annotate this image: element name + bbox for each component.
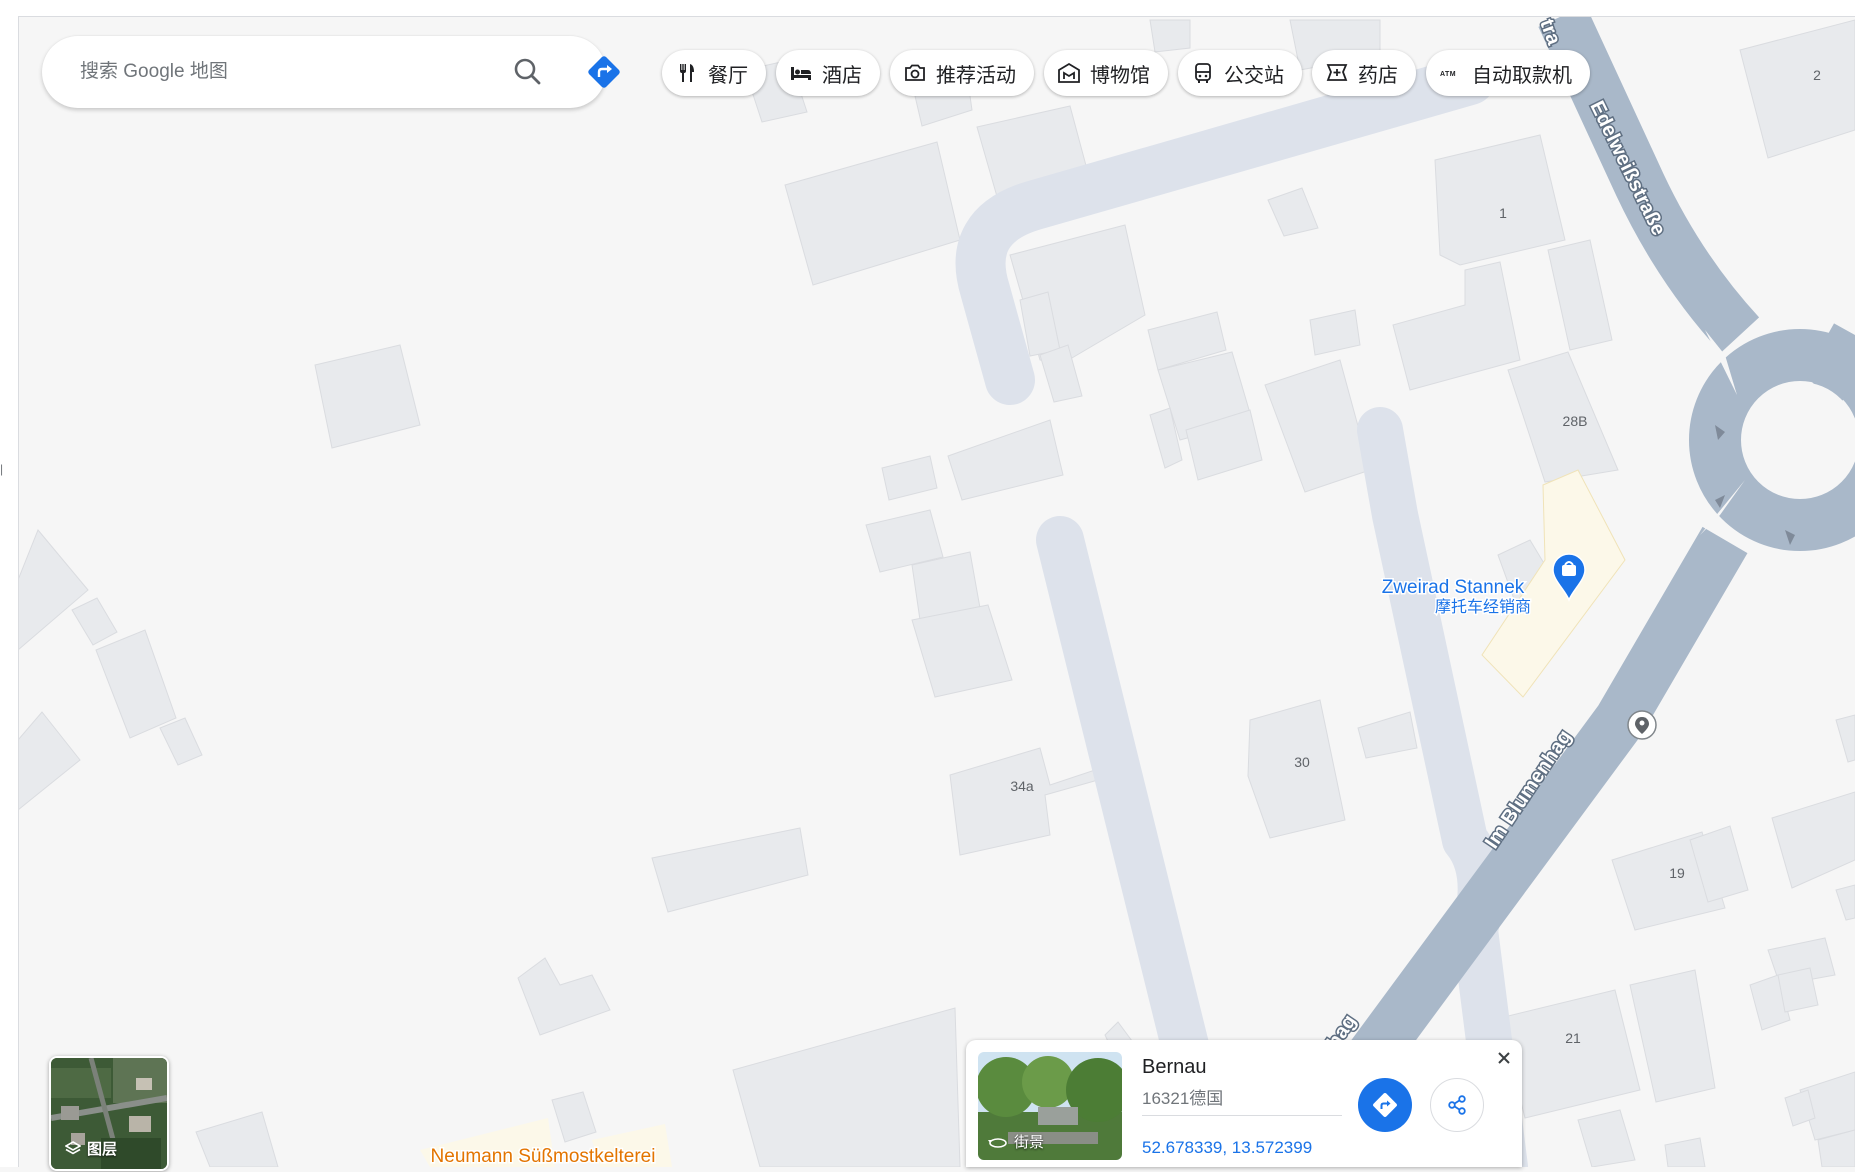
chip-restaurants[interactable]: 餐厅	[662, 50, 766, 96]
layers-icon	[65, 1140, 81, 1154]
street-view-icon	[988, 1137, 1007, 1148]
card-close-button[interactable]	[1494, 1048, 1514, 1068]
place-coordinates[interactable]: 52.678339, 13.572399	[1142, 1138, 1312, 1158]
search-box[interactable]	[42, 36, 620, 108]
svg-text:ATM: ATM	[1440, 71, 1456, 78]
house-number: 2	[1813, 67, 1821, 83]
hotel-icon	[791, 67, 811, 80]
house-number: 1	[1499, 205, 1507, 221]
poi-name: Neumann Süßmostkelterei	[431, 1146, 656, 1167]
directions-button[interactable]	[584, 52, 624, 92]
card-directions-button[interactable]	[1358, 1078, 1412, 1132]
museum-icon	[1058, 62, 1080, 83]
chip-label: 博物馆	[1090, 64, 1150, 87]
chip-hotels[interactable]: 酒店	[776, 50, 880, 96]
road-branch	[1802, 323, 1855, 407]
poi-neumann[interactable]: Neumann Süßmostkelterei	[429, 1145, 657, 1169]
layers-label-row: 图层	[65, 1138, 117, 1159]
left-panel-edge: |	[0, 16, 19, 1167]
card-divider	[1142, 1115, 1342, 1116]
chip-things-to-do[interactable]: 推荐活动	[890, 50, 1034, 96]
dropped-pin-icon[interactable]	[1627, 710, 1657, 740]
poi-category: 摩托车经销商	[1435, 598, 1531, 616]
house-number: 34a	[1010, 778, 1034, 794]
top-bar	[0, 0, 1855, 17]
chip-transit[interactable]: 公交站	[1178, 50, 1302, 96]
house-number: 21	[1565, 1030, 1581, 1046]
chip-atms[interactable]: ATM 自动取款机	[1426, 50, 1590, 96]
atm-icon: ATM	[1440, 71, 1456, 78]
pharmacy-icon	[1326, 64, 1348, 81]
chip-label: 药店	[1358, 64, 1398, 87]
street-view-thumbnail[interactable]: 街景	[978, 1052, 1122, 1160]
search-button[interactable]	[508, 52, 548, 92]
place-address: 16321德国	[1142, 1089, 1224, 1108]
chip-museums[interactable]: 博物馆	[1044, 50, 1168, 96]
category-chips: 餐厅 酒店 推荐活动 博物馆 公交站 药店 ATM 自动取款机	[662, 50, 1590, 98]
search-input[interactable]	[78, 60, 462, 84]
card-share-button[interactable]	[1430, 1078, 1484, 1132]
street-view-label-row: 街景	[988, 1131, 1044, 1152]
chip-label: 酒店	[822, 64, 862, 87]
map-svg[interactable]: Edelweißstraße Im Blumenhag tra nhag 2 1…	[17, 5, 1855, 1172]
directions-icon	[588, 56, 620, 88]
street-view-label: 街景	[1014, 1134, 1045, 1151]
chip-label: 公交站	[1224, 64, 1284, 87]
close-icon	[1498, 1052, 1510, 1064]
house-number: 30	[1294, 754, 1310, 770]
panel-edge-mark: |	[0, 462, 4, 476]
restaurant-icon	[680, 64, 694, 82]
poi-name: Zweirad Stannek	[1382, 577, 1525, 598]
building	[1149, 19, 1191, 53]
layers-button[interactable]: 图层	[49, 1056, 169, 1171]
search-icon	[514, 58, 541, 85]
directions-icon	[1373, 1093, 1397, 1117]
chip-pharmacies[interactable]: 药店	[1312, 50, 1416, 96]
house-number: 19	[1669, 865, 1685, 881]
bus-icon	[1195, 63, 1211, 83]
chip-label: 餐厅	[708, 64, 748, 87]
place-name: Bernau	[1142, 1056, 1207, 1078]
house-number: 28B	[1563, 413, 1588, 429]
share-icon	[1448, 1095, 1466, 1115]
layers-label: 图层	[87, 1141, 118, 1158]
place-info-card: 街景 Bernau 16321德国 52.678339, 13.572399	[966, 1040, 1522, 1167]
chip-label: 推荐活动	[936, 64, 1016, 87]
chip-label: 自动取款机	[1472, 64, 1572, 87]
map-canvas[interactable]: Edelweißstraße Im Blumenhag tra nhag 2 1…	[17, 5, 1855, 1172]
camera-icon	[905, 64, 925, 81]
roundabout-center	[1742, 382, 1855, 498]
